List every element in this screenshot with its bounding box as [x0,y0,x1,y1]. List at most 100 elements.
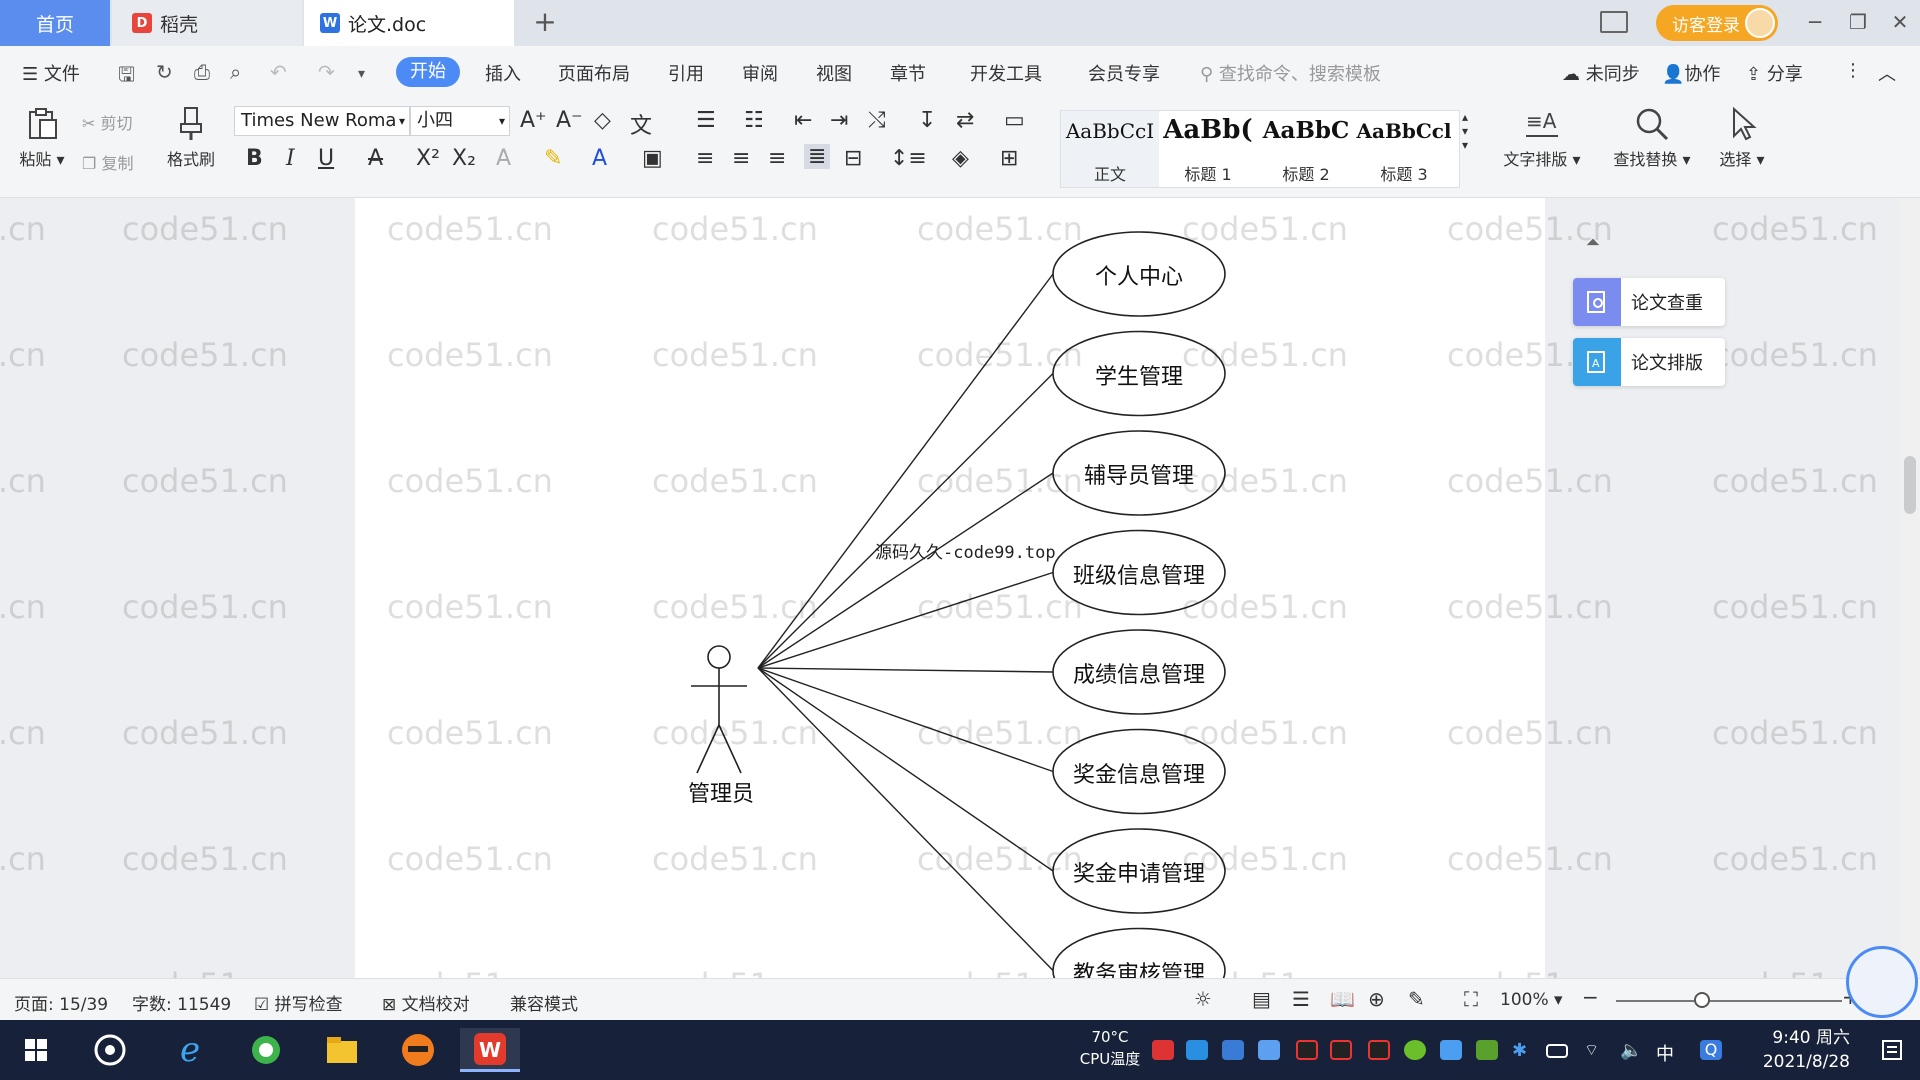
minimize-icon[interactable]: ─ [1795,6,1835,38]
undo-icon[interactable]: ↶ [270,60,287,84]
share-button[interactable]: ⇪ 分享 [1746,60,1803,86]
increase-indent-icon[interactable]: ⇥ [830,108,848,133]
page-view-icon[interactable]: ▤ [1252,987,1271,1011]
borders-icon[interactable]: ⊞ [1000,146,1018,171]
paste-button[interactable]: 粘贴 ▾ [14,106,70,170]
find-replace-button[interactable]: 查找替换 ▾ [1604,106,1700,170]
cut-button[interactable]: ✂ 剪切 [82,110,133,134]
align-right-icon[interactable]: ≡ [768,146,786,171]
tray-shield-icon[interactable] [1258,1040,1280,1060]
fan-app-icon[interactable] [80,1028,140,1072]
quick-access-dropdown-icon[interactable]: ▾ [358,66,365,82]
command-search[interactable]: ⚲ 查找命令、搜索模板 [1200,60,1381,86]
print-icon[interactable]: ⎙ [194,60,210,84]
ie-browser-icon[interactable]: e [160,1028,220,1072]
select-button[interactable]: 选择 ▾ [1712,106,1772,170]
fit-page-icon[interactable]: ⛶ [1464,987,1478,1011]
tab-insert[interactable]: 插入 [485,60,521,86]
cpu-temperature[interactable]: 70°C CPU温度 [1070,1026,1150,1070]
tray-app-icon[interactable] [1186,1040,1208,1060]
align-left-icon[interactable]: ≡ [696,146,714,171]
tab-review[interactable]: 审阅 [742,60,778,86]
panel-toggle-icon[interactable] [1600,11,1628,33]
grow-font-icon[interactable]: A⁺ [520,108,547,133]
style-heading-1[interactable]: AaBb( 标题 1 [1159,111,1257,187]
word-count[interactable]: 字数: 11549 [132,990,231,1015]
style-heading-3[interactable]: AaBbCcl 标题 3 [1355,111,1453,187]
eye-protection-icon[interactable]: ☼ [1194,987,1212,1011]
tray-app-icon[interactable] [1404,1040,1426,1060]
zoom-level[interactable]: 100% ▾ [1500,990,1563,1010]
font-color-icon[interactable]: A [592,146,607,171]
qq-icon[interactable] [1296,1040,1318,1060]
show-marks-icon[interactable]: ▭ [1004,108,1025,133]
tab-member[interactable]: 会员专享 [1088,60,1160,86]
justify-icon[interactable]: ≣ [804,144,831,169]
superscript-icon[interactable]: X² [416,146,440,171]
bullet-list-icon[interactable]: ☰ [696,108,716,133]
tab-start[interactable]: 开始 [396,57,460,87]
align-center-icon[interactable]: ≡ [732,146,750,171]
browser-360-icon[interactable] [236,1028,296,1072]
distribute-icon[interactable]: ⊟ [844,146,862,171]
zoom-out-icon[interactable]: − [1582,985,1599,1009]
ime-q-icon[interactable]: Q [1700,1040,1722,1060]
decrease-indent-icon[interactable]: ⇤ [794,108,812,133]
text-layout-button[interactable]: ≡A 文字排版 ▾ [1494,106,1590,170]
proofread-button[interactable]: ⊠ 文档校对 [382,990,470,1015]
char-border-icon[interactable]: ▣ [642,146,663,171]
battery-icon[interactable] [1546,1044,1568,1058]
numbered-list-icon[interactable]: ☷ [744,108,764,133]
qq-icon[interactable] [1330,1040,1352,1060]
line-spacing-icon[interactable]: ↕≡ [890,146,927,171]
game-app-icon[interactable] [388,1028,448,1072]
restore-icon[interactable]: ❐ [1838,6,1878,38]
more-options-icon[interactable]: ⋮ [1844,60,1862,81]
close-icon[interactable]: ✕ [1880,6,1920,38]
tab-chapter[interactable]: 章节 [890,60,926,86]
style-heading-2[interactable]: AaBbC 标题 2 [1257,111,1355,187]
clear-format-icon[interactable]: ◇ [594,108,611,133]
italic-icon[interactable]: I [286,146,295,171]
system-clock[interactable]: 9:40 周六 2021/8/28 [1740,1026,1850,1074]
paper-layout-button[interactable]: A 论文排版 [1573,338,1725,386]
copy-button[interactable]: ❐ 复制 [82,150,133,174]
spell-check-button[interactable]: ☑ 拼写检查 [254,990,343,1015]
tab-daoke[interactable]: D 稻壳 [112,0,302,46]
underline-icon[interactable]: U [318,146,334,171]
text-direction-icon[interactable]: ⤭ [868,108,886,133]
vertical-scrollbar[interactable] [1900,198,1920,978]
tray-app-icon[interactable] [1222,1040,1244,1060]
bluetooth-icon[interactable]: ✱ [1512,1040,1534,1061]
tab-view[interactable]: 视图 [816,60,852,86]
side-panel-collapse-icon[interactable]: ⏶ [1575,232,1611,262]
qq-icon[interactable] [1368,1040,1390,1060]
web-view-icon[interactable]: ⊕ [1368,987,1385,1011]
zoom-slider-thumb[interactable] [1693,992,1710,1008]
file-explorer-icon[interactable] [312,1028,372,1072]
phonetic-guide-icon[interactable]: 文 [630,108,652,140]
shrink-font-icon[interactable]: A⁻ [556,108,583,133]
guest-login-button[interactable]: 访客登录 [1656,5,1778,41]
nvidia-icon[interactable] [1476,1040,1498,1060]
document-page[interactable]: 管理员 源码久久-code99.top 个人中心 学生管理 辅导员管理 班级信息管理成… [355,198,1545,978]
file-menu[interactable]: ☰ 文件 [22,60,80,86]
page-indicator[interactable]: 页面: 15/39 [14,990,108,1015]
tab-developer[interactable]: 开发工具 [970,60,1042,86]
new-tab-button[interactable]: + [530,4,560,40]
reading-view-icon[interactable]: 📖 [1330,987,1355,1011]
paper-check-button[interactable]: 论文查重 [1573,278,1725,326]
scrollbar-thumb[interactable] [1904,456,1916,514]
redo-icon[interactable]: ↷ [318,60,335,84]
tab-document[interactable]: W 论文.doc [304,0,514,46]
tray-app-icon[interactable] [1152,1040,1174,1060]
shading-icon[interactable]: ◈ [952,146,969,171]
sync-button[interactable]: ☁ 未同步 [1562,60,1640,86]
outline-view-icon[interactable]: ☰ [1292,987,1310,1011]
font-name-select[interactable]: Times New Roma ▾ [234,106,410,136]
tray-app-icon[interactable] [1440,1040,1462,1060]
assistant-bubble-icon[interactable] [1846,946,1918,1018]
text-effect-icon[interactable]: A [496,146,511,171]
write-view-icon[interactable]: ✎ [1408,987,1425,1011]
subscript-icon[interactable]: X₂ [452,146,476,171]
